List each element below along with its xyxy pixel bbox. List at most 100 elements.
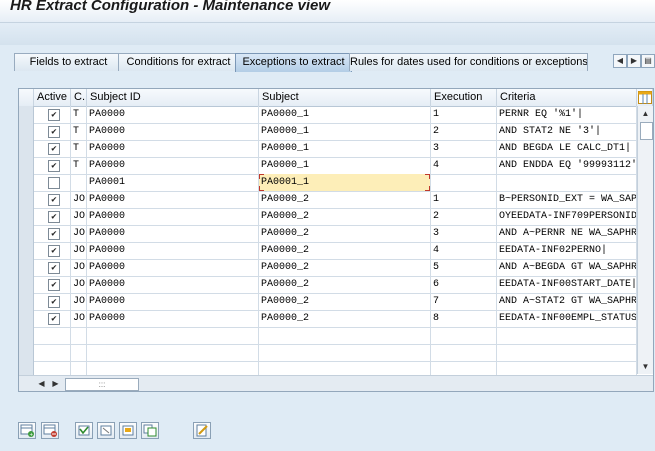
cell-subject[interactable]: PA0000_2 [259,225,431,242]
cell-subject-id[interactable]: PA0000 [87,123,259,140]
row-selector[interactable] [19,208,34,225]
deselect-all-icon[interactable] [97,422,115,439]
insert-row-icon[interactable]: + [18,422,36,439]
cell-criteria[interactable]: PERNR EQ '%1'| [497,106,637,123]
cell-c[interactable]: JO [71,293,87,310]
cell-c[interactable] [71,174,87,191]
cell-c[interactable]: JO [71,208,87,225]
cell-execution[interactable] [431,174,497,191]
select-all-icon[interactable] [75,422,93,439]
cell-subject-id[interactable] [87,344,259,361]
cell-criteria[interactable]: B~PERSONID_EXT = WA_SAPHR [497,191,637,208]
cell-subject[interactable]: PA0000_1 [259,157,431,174]
table-row[interactable]: ✔ JO PA0000 PA0000_2 2 OYEEDATA-INF709PERSONI… [19,208,637,226]
table-row[interactable]: ✔ JO PA0000 PA0000_2 3 AND A~PERNR NE WA_SAPH… [19,225,637,243]
horizontal-scroll-thumb[interactable]: ::: [65,378,139,391]
cell-criteria[interactable]: AND ENDDA EQ '99993112'| [497,157,637,174]
cell-execution[interactable]: 1 [431,191,497,208]
select-block-icon[interactable] [119,422,137,439]
cell-execution[interactable]: 8 [431,310,497,327]
table-row[interactable]: ✔ JO PA0000 PA0000_2 4 EEDATA-INF02PERNO| [19,242,637,260]
cell-subject[interactable]: PA0000_2 [259,242,431,259]
table-row[interactable]: ✔ JO PA0000 PA0000_2 1 B~PERSONID_EXT = WA_SA… [19,191,637,209]
row-selector[interactable] [19,174,34,191]
vertical-scrollbar[interactable]: ▲ ▼ [637,106,653,374]
cell-criteria[interactable]: EEDATA-INF00EMPL_STATUS| [497,310,637,327]
table-row[interactable]: ✔ JO PA0000 PA0000_2 5 AND A~BEGDA GT WA_SAPH… [19,259,637,277]
row-selector[interactable] [19,259,34,276]
row-selector[interactable] [19,293,34,310]
row-selector[interactable] [19,327,34,344]
tab-right-icon[interactable]: ▶ [627,54,641,68]
active-checkbox[interactable]: ✔ [48,313,60,325]
table-row[interactable]: ✔ T PA0000 PA0000_1 3 AND BEGDA LE CALC_DT1| [19,140,637,158]
active-checkbox[interactable] [48,177,60,189]
column-header-subject[interactable]: Subject [259,89,431,106]
table-row[interactable] [19,327,637,345]
cell-criteria[interactable]: OYEEDATA-INF709PERSONID_E [497,208,637,225]
cell-criteria[interactable]: AND STAT2 NE '3'| [497,123,637,140]
cell-criteria[interactable]: AND A~BEGDA GT WA_SAPHREM [497,259,637,276]
vertical-scroll-thumb[interactable] [640,122,653,140]
cell-subject-editing[interactable]: PA0001_1 [259,174,431,191]
cell-c[interactable]: JO [71,276,87,293]
tab-left-icon[interactable]: ◀ [613,54,627,68]
select-all-rows[interactable] [19,89,34,106]
table-row[interactable] [19,344,637,362]
row-selector[interactable] [19,106,34,123]
cell-c[interactable]: T [71,140,87,157]
cell-execution[interactable]: 3 [431,140,497,157]
active-checkbox[interactable]: ✔ [48,126,60,138]
column-header-subject-id[interactable]: Subject ID [87,89,259,106]
table-row[interactable]: ✔ JO PA0000 PA0000_2 8 EEDATA-INF00EMPL_STATU… [19,310,637,328]
cell-subject-id[interactable]: PA0000 [87,242,259,259]
cell-c[interactable] [71,327,87,344]
column-settings-icon[interactable] [637,89,653,106]
row-selector[interactable] [19,276,34,293]
scroll-right-icon[interactable]: ▶ [49,377,62,390]
cell-c[interactable]: JO [71,191,87,208]
cell-subject[interactable] [259,327,431,344]
cell-criteria[interactable] [497,344,637,361]
cell-subject[interactable]: PA0000_2 [259,259,431,276]
row-selector[interactable] [19,123,34,140]
cell-execution[interactable] [431,327,497,344]
cell-criteria[interactable]: AND BEGDA LE CALC_DT1| [497,140,637,157]
table-row[interactable]: PA0001 PA0001_1 [19,174,637,192]
cell-c[interactable]: T [71,157,87,174]
cell-criteria[interactable]: EEDATA-INF02PERNO| [497,242,637,259]
cell-execution[interactable]: 2 [431,208,497,225]
cell-subject-id[interactable]: PA0000 [87,106,259,123]
active-checkbox[interactable]: ✔ [48,228,60,240]
table-row[interactable]: ✔ JO PA0000 PA0000_2 6 EEDATA-INF00START_DATE… [19,276,637,294]
active-checkbox[interactable]: ✔ [48,143,60,155]
cell-subject[interactable]: PA0000_1 [259,106,431,123]
table-row[interactable]: ✔ T PA0000 PA0000_1 4 AND ENDDA EQ '99993112'… [19,157,637,175]
cell-criteria[interactable]: AND A~PERNR NE WA_SAPHREM [497,225,637,242]
cell-subject-id[interactable]: PA0000 [87,157,259,174]
cell-c[interactable] [71,344,87,361]
column-header-c[interactable]: C.. [71,89,87,106]
detail-icon[interactable] [193,422,211,439]
cell-criteria[interactable]: EEDATA-INF00START_DATE| [497,276,637,293]
tab-rules-for-dates[interactable]: Rules for dates used for conditions or e… [349,53,588,71]
cell-criteria[interactable]: AND A~STAT2 GT WA_SAPHREM [497,293,637,310]
scroll-down-icon[interactable]: ▼ [639,360,652,373]
tab-exceptions-to-extract[interactable]: Exceptions to extract [235,53,352,72]
cell-subject-id[interactable]: PA0000 [87,225,259,242]
cell-execution[interactable]: 4 [431,242,497,259]
cell-c[interactable]: T [71,106,87,123]
table-row[interactable]: ✔ T PA0000 PA0000_1 1 PERNR EQ '%1'| [19,106,637,124]
cell-c[interactable]: T [71,123,87,140]
row-selector[interactable] [19,310,34,327]
active-checkbox[interactable]: ✔ [48,109,60,121]
cell-subject[interactable]: PA0000_2 [259,191,431,208]
cell-subject[interactable]: PA0000_2 [259,208,431,225]
copy-icon[interactable] [141,422,159,439]
tab-conditions-for-extract[interactable]: Conditions for extract [118,53,239,71]
cell-execution[interactable]: 6 [431,276,497,293]
cell-subject-id[interactable] [87,327,259,344]
active-checkbox[interactable]: ✔ [48,279,60,291]
column-header-execution[interactable]: Execution [431,89,497,106]
cell-subject-id[interactable]: PA0000 [87,208,259,225]
